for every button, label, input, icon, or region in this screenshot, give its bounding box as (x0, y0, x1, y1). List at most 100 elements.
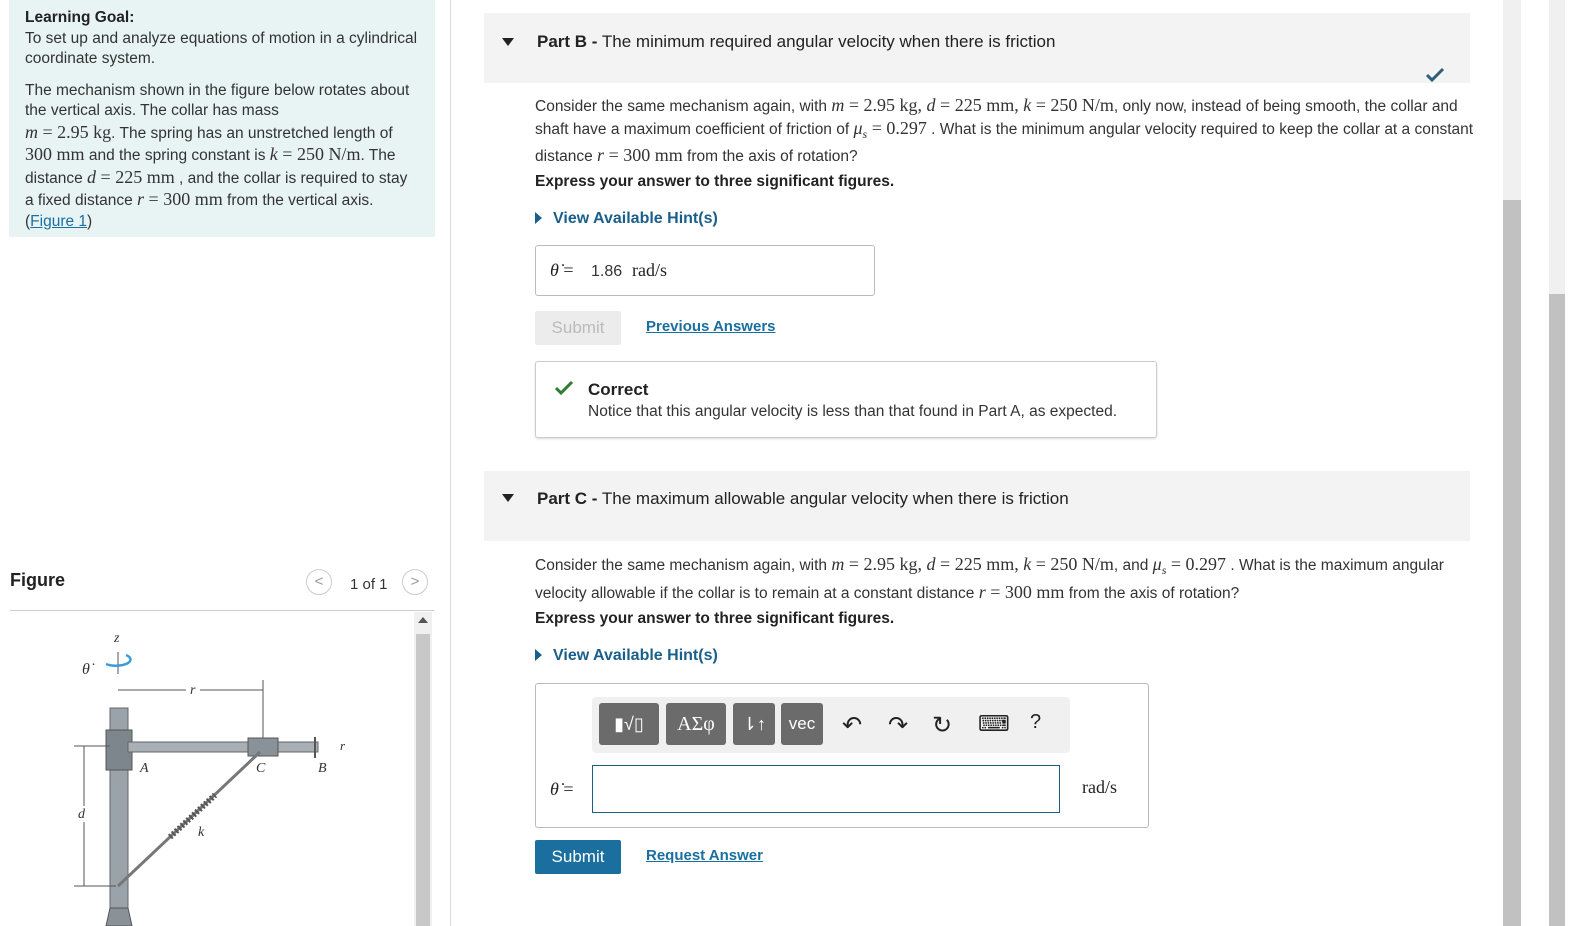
sep: , (917, 95, 927, 115)
math-k: k (1023, 554, 1032, 574)
math-m: m (831, 95, 845, 115)
part-c-answer-input[interactable] (592, 765, 1060, 813)
r-value: 300 (1004, 581, 1032, 602)
correct-check-icon (554, 380, 574, 396)
math-eq: = (1166, 554, 1186, 574)
learning-goal-heading: Learning Goal: (25, 9, 135, 26)
math-mu: μ (853, 117, 863, 138)
math-mu: μ (1152, 554, 1162, 574)
column-divider (450, 0, 451, 926)
math-d: d (926, 95, 936, 115)
math-m: m (25, 121, 38, 142)
mass-value: 2.95 (57, 121, 89, 142)
d-unit: mm (142, 166, 175, 187)
content-scrollbar[interactable] (1503, 0, 1521, 926)
previous-answers-link[interactable]: Previous Answers (646, 318, 776, 335)
mass-value: 2.95 (863, 554, 896, 574)
request-answer-link[interactable]: Request Answer (646, 847, 763, 864)
checkmark-icon (1425, 67, 1445, 83)
figure-label-r2: r (340, 738, 346, 753)
collapse-icon[interactable] (502, 38, 514, 46)
sep: , (1014, 95, 1024, 115)
theta-dot: θ̇ (550, 779, 559, 799)
math-eq: = (844, 554, 864, 574)
problem-text-1: The mechanism shown in the figure below … (25, 81, 410, 120)
math-k: k (1023, 95, 1032, 115)
figure-next-button[interactable]: > (402, 569, 428, 595)
undo-icon[interactable]: ↶ (842, 711, 862, 740)
k-value: 250 (1050, 95, 1078, 115)
hint-label: View Available Hint(s) (553, 210, 718, 227)
math-k: k (269, 144, 278, 164)
sep: , (1014, 554, 1024, 574)
figure-header: Figure < 1 of 1 > (10, 568, 434, 611)
help-icon[interactable]: ? (1030, 711, 1041, 734)
part-b-title: Part B - The minimum required angular ve… (537, 32, 1055, 52)
mass-unit: kg (88, 121, 112, 142)
mechanism-figure: z θ̇ r A C B r k d (74, 631, 346, 926)
part-b-question: Consider the same mechanism again, with … (535, 95, 1475, 168)
math-eq: = (867, 117, 887, 138)
keyboard-icon[interactable]: ⌨ (978, 711, 1010, 737)
figure-label-r: r (190, 683, 196, 698)
math-eq: = (558, 260, 574, 280)
math-eq: = (1031, 554, 1051, 574)
math-r: r (597, 145, 605, 166)
mass-unit: kg (895, 95, 918, 115)
caret-right-icon (535, 212, 542, 224)
part-b-hint-toggle[interactable]: View Available Hint(s) (535, 210, 718, 228)
math-eq: = (985, 581, 1005, 602)
arrows-button[interactable]: ⇂↑ (733, 703, 775, 745)
sep: , (917, 554, 927, 574)
templates-button[interactable]: ▮√▯ (599, 703, 659, 745)
part-c-title-text: The maximum allowable angular velocity w… (597, 489, 1069, 508)
part-c-submit-button[interactable]: Submit (535, 840, 621, 874)
greek-button[interactable]: ΑΣφ (666, 703, 726, 745)
problem-text-3: and the spring constant is (84, 147, 266, 164)
part-b-header[interactable]: Part B - The minimum required angular ve… (484, 13, 1470, 83)
problem-text-7: ) (87, 212, 93, 230)
figure-link[interactable]: Figure 1 (30, 213, 87, 230)
part-c-q-a: Consider the same mechanism again, with (535, 557, 832, 574)
part-c-answer-unit: rad/s (1082, 777, 1117, 797)
collapse-icon[interactable] (502, 494, 514, 502)
length-unit: mm (52, 144, 85, 164)
figure-label-k: k (198, 825, 205, 840)
k-unit: N/m (323, 144, 361, 164)
mass-value: 2.95 (863, 95, 896, 115)
part-b-title-text: The minimum required angular velocity wh… (597, 32, 1056, 51)
redo-icon[interactable]: ↷ (888, 711, 908, 740)
math-eq: = (935, 554, 955, 574)
window-scrollbar[interactable] (1549, 0, 1565, 926)
figure-label-c: C (256, 761, 266, 776)
caret-right-icon (535, 649, 542, 661)
part-b-q-a: Consider the same mechanism again, with (535, 98, 832, 115)
d-unit: mm (981, 95, 1015, 115)
learning-goal-panel: Learning Goal: To set up and analyze equ… (9, 0, 435, 237)
k-unit: N/m (1077, 554, 1114, 574)
part-b-label: Part B - (537, 32, 598, 51)
part-b-answer-box: θ̇ = 1.86 rad/s (535, 245, 875, 296)
part-c-hint-toggle[interactable]: View Available Hint(s) (535, 647, 718, 665)
math-eq: = (844, 95, 864, 115)
part-c-answer-box: ▮√▯ ΑΣφ ⇂↑ vec ↶ ↷ ↻ ⌨ ? θ̇ = rad/s (535, 683, 1149, 828)
math-eq: = (935, 95, 955, 115)
vec-button[interactable]: vec (781, 703, 823, 745)
figure-scrollbar[interactable] (414, 612, 432, 926)
math-r: r (137, 189, 145, 209)
part-c-question: Consider the same mechanism again, with … (535, 554, 1475, 604)
k-value: 250 (296, 144, 324, 164)
r-value: 300 (623, 145, 651, 166)
horizontal-arm (127, 741, 319, 753)
r-unit: mm (190, 189, 223, 209)
part-c-header[interactable]: Part C - The maximum allowable angular v… (484, 471, 1470, 541)
part-b-submit-button[interactable]: Submit (535, 311, 621, 345)
figure-prev-button[interactable]: < (306, 569, 332, 595)
part-c-q-d: from the axis of rotation? (1064, 584, 1240, 602)
part-b-express: Express your answer to three significant… (535, 173, 895, 190)
math-r: r (978, 581, 986, 602)
length-value: 300 (25, 144, 52, 164)
math-d: d (926, 554, 936, 574)
reset-icon[interactable]: ↻ (932, 711, 952, 740)
part-c-label: Part C - (537, 489, 598, 508)
